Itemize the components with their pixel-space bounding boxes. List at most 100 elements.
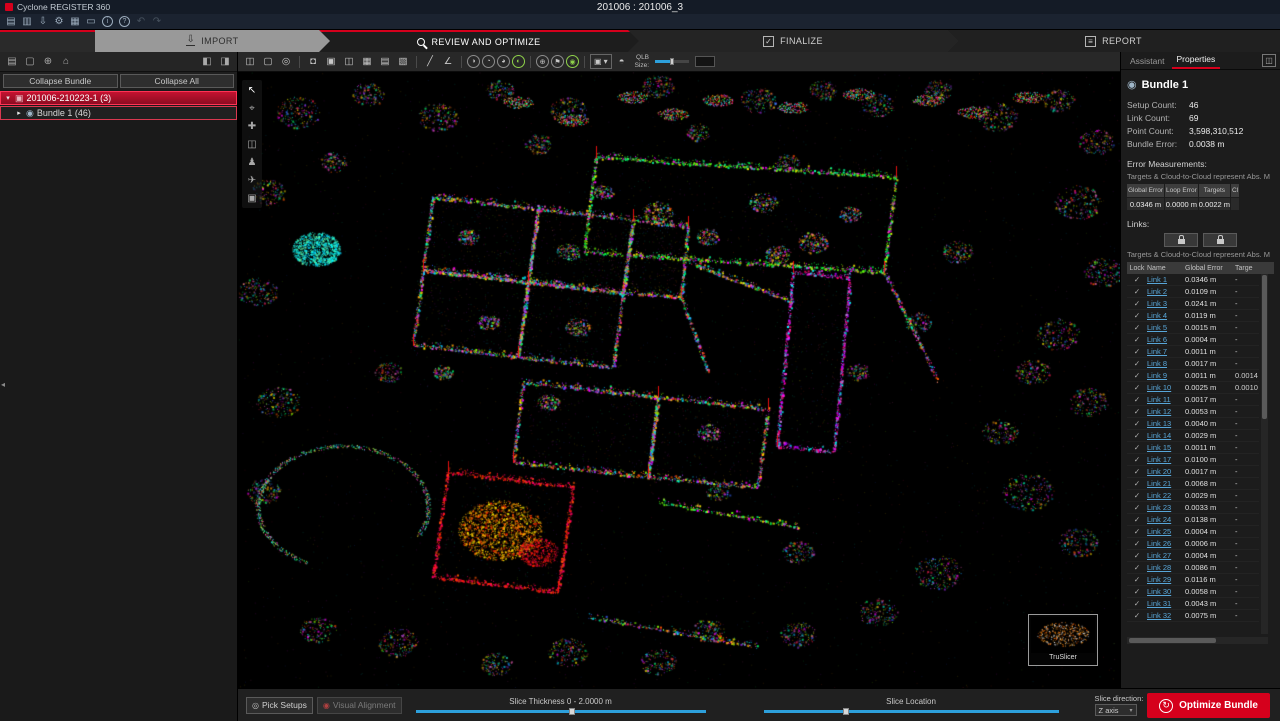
links-vertical-scrollbar-thumb[interactable] [1262, 275, 1267, 419]
snapshot-icon[interactable]: ▣ [323, 54, 339, 70]
color-by-intensity-icon[interactable]: ◔ [482, 55, 495, 68]
link-lock-check-icon[interactable]: ✓ [1127, 287, 1147, 296]
caret-down-icon[interactable]: ▾ [4, 94, 12, 102]
slice-location-slider[interactable] [764, 710, 1059, 713]
slice-thickness-slider[interactable] [416, 710, 706, 713]
link-row[interactable]: ✓ Link 31 0.0043 m - [1127, 598, 1259, 610]
link-lock-check-icon[interactable]: ✓ [1127, 551, 1147, 560]
link-lock-check-icon[interactable]: ✓ [1127, 479, 1147, 488]
column-header-target[interactable]: Targe [1235, 265, 1259, 272]
error-measure-header[interactable]: Targets [1199, 184, 1230, 197]
panel-page-right-icon[interactable]: ◨ [217, 54, 233, 69]
link-name-link[interactable]: Link 31 [1147, 599, 1185, 608]
link-lock-check-icon[interactable]: ✓ [1127, 299, 1147, 308]
link-row[interactable]: ✓ Link 20 0.0017 m - [1127, 466, 1259, 478]
link-name-link[interactable]: Link 29 [1147, 575, 1185, 584]
modules-grid-icon[interactable]: ▦ [67, 15, 83, 29]
slice-direction-dropdown[interactable]: Z axis ▾ [1095, 704, 1137, 716]
link-name-link[interactable]: Link 10 [1147, 383, 1185, 392]
undo-icon[interactable]: ↶ [133, 15, 149, 29]
workflow-step-finalize[interactable]: ✓ FINALIZE [628, 30, 958, 52]
viewcube-tool-icon[interactable]: ▣ [244, 190, 260, 206]
show-targets-icon[interactable]: ⊕ [536, 55, 549, 68]
error-measure-header[interactable]: Global Error [1127, 184, 1164, 197]
tree-item-bundle[interactable]: ▸ ◉ Bundle 1 (46) [0, 106, 237, 120]
left-panel-collapse-handle[interactable]: ◂ [1, 380, 5, 389]
slice-tool-icon[interactable]: ◫ [244, 136, 260, 152]
unlock-all-button[interactable] [1203, 233, 1237, 247]
link-row[interactable]: ✓ Link 17 0.0100 m - [1127, 454, 1259, 466]
link-lock-check-icon[interactable]: ✓ [1127, 539, 1147, 548]
link-row[interactable]: ✓ Link 12 0.0053 m - [1127, 406, 1259, 418]
link-row[interactable]: ✓ Link 27 0.0004 m - [1127, 550, 1259, 562]
tree-item-project[interactable]: ▾ ▣ 201006-210223-1 (3) [0, 91, 237, 105]
link-row[interactable]: ✓ Link 3 0.0241 m - [1127, 298, 1259, 310]
workflow-step-report[interactable]: ≡ REPORT [947, 30, 1280, 52]
link-lock-check-icon[interactable]: ✓ [1127, 611, 1147, 620]
tab-assistant[interactable]: Assistant [1125, 53, 1170, 69]
project-list-tab-icon[interactable]: ▤ [4, 54, 20, 69]
error-measure-header[interactable]: Cl [1231, 184, 1239, 197]
link-lock-check-icon[interactable]: ✓ [1127, 455, 1147, 464]
pick-tool-icon[interactable]: ⌖ [244, 100, 260, 116]
map-view-icon[interactable]: ▧ [395, 54, 411, 70]
link-row[interactable]: ✓ Link 8 0.0017 m - [1127, 358, 1259, 370]
color-by-rgb-icon[interactable]: ◑ [467, 55, 480, 68]
links-vertical-scrollbar[interactable] [1261, 274, 1268, 634]
link-name-link[interactable]: Link 23 [1147, 503, 1185, 512]
link-name-link[interactable]: Link 21 [1147, 479, 1185, 488]
link-row[interactable]: ✓ Link 2 0.0109 m - [1127, 286, 1259, 298]
help-icon[interactable]: ? [119, 16, 130, 27]
link-lock-check-icon[interactable]: ✓ [1127, 491, 1147, 500]
link-row[interactable]: ✓ Link 28 0.0086 m - [1127, 562, 1259, 574]
link-lock-check-icon[interactable]: ✓ [1127, 359, 1147, 368]
link-lock-check-icon[interactable]: ✓ [1127, 503, 1147, 512]
slice-thickness-thumb[interactable] [569, 708, 575, 715]
link-name-link[interactable]: Link 11 [1147, 395, 1185, 404]
link-row[interactable]: ✓ Link 30 0.0058 m - [1127, 586, 1259, 598]
link-name-link[interactable]: Link 17 [1147, 455, 1185, 464]
clipboard-tab-icon[interactable]: ▢ [22, 54, 38, 69]
measure-icon[interactable]: ∠ [440, 54, 456, 70]
link-row[interactable]: ✓ Link 15 0.0011 m - [1127, 442, 1259, 454]
link-lock-check-icon[interactable]: ✓ [1127, 275, 1147, 284]
link-lock-check-icon[interactable]: ✓ [1127, 419, 1147, 428]
optimize-bundle-button[interactable]: ↻ Optimize Bundle [1147, 693, 1270, 718]
truslicer-widget[interactable]: TruSlicer [1028, 614, 1098, 666]
panel-layout-icon[interactable]: ◫ [1262, 54, 1276, 67]
link-name-link[interactable]: Link 7 [1147, 347, 1185, 356]
save-icon[interactable]: ▥ [19, 15, 35, 29]
link-lock-check-icon[interactable]: ✓ [1127, 335, 1147, 344]
split-view-icon[interactable]: ◫ [341, 54, 357, 70]
links-horizontal-scrollbar[interactable] [1127, 637, 1268, 644]
color-by-station-icon[interactable]: ◐ [512, 55, 525, 68]
collapse-all-button[interactable]: Collapse All [120, 74, 235, 88]
link-row[interactable]: ✓ Link 24 0.0138 m - [1127, 514, 1259, 526]
link-name-link[interactable]: Link 2 [1147, 287, 1185, 296]
link-name-link[interactable]: Link 22 [1147, 491, 1185, 500]
lock-all-button[interactable] [1164, 233, 1198, 247]
select-tool-icon[interactable]: ↖ [244, 82, 260, 98]
link-row[interactable]: ✓ Link 11 0.0017 m - [1127, 394, 1259, 406]
link-name-link[interactable]: Link 32 [1147, 611, 1185, 620]
open-project-icon[interactable]: ▤ [3, 15, 19, 29]
sites-tab-icon[interactable]: ⌂ [58, 54, 74, 69]
walk-tool-icon[interactable]: ♟ [244, 154, 260, 170]
link-lock-check-icon[interactable]: ✓ [1127, 347, 1147, 356]
visual-alignment-button[interactable]: ◉ Visual Alignment [317, 697, 402, 714]
link-name-link[interactable]: Link 24 [1147, 515, 1185, 524]
link-name-link[interactable]: Link 27 [1147, 551, 1185, 560]
link-row[interactable]: ✓ Link 26 0.0006 m - [1127, 538, 1259, 550]
link-name-link[interactable]: Link 9 [1147, 371, 1185, 380]
annotate-pen-icon[interactable]: ╱ [422, 54, 438, 70]
grid-icon[interactable]: ▦ [359, 54, 375, 70]
link-name-link[interactable]: Link 1 [1147, 275, 1185, 284]
qlb-slider-thumb[interactable] [670, 58, 674, 65]
link-name-link[interactable]: Link 20 [1147, 467, 1185, 476]
link-name-link[interactable]: Link 4 [1147, 311, 1185, 320]
link-lock-check-icon[interactable]: ✓ [1127, 575, 1147, 584]
color-by-elevation-icon[interactable]: ◕ [497, 55, 510, 68]
workflow-step-review-and-optimize[interactable]: REVIEW AND OPTIMIZE [319, 30, 639, 52]
fence-select-icon[interactable]: ▢ [260, 54, 276, 70]
link-name-link[interactable]: Link 12 [1147, 407, 1185, 416]
